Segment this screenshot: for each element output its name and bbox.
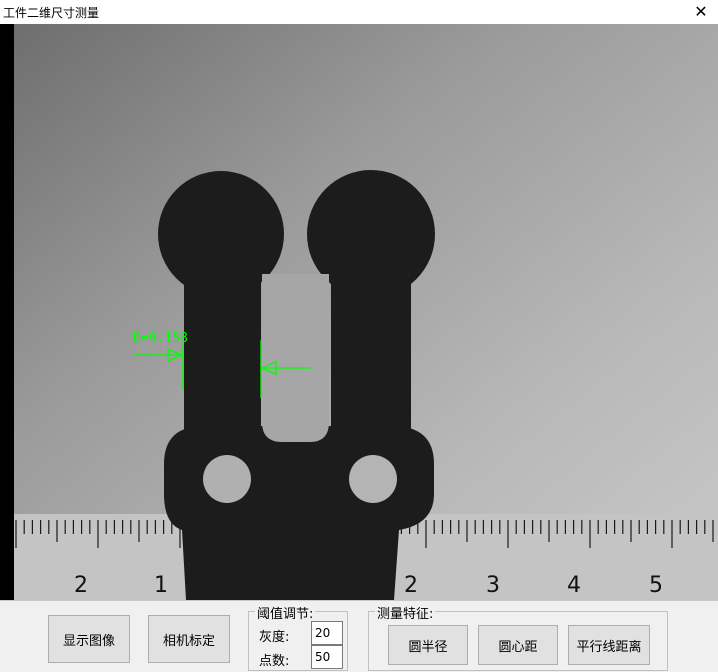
features-group-title: 测量特征: (375, 603, 436, 622)
threshold-group: 阈值调节: 灰度: 点数: (248, 603, 348, 671)
threshold-group-title: 阈值调节: (255, 603, 316, 622)
ruler-number: 5 (649, 573, 663, 598)
control-panel: 显示图像 相机标定 阈值调节: 灰度: 点数: 测量特征: 圆半径 圆心距 平行… (0, 600, 718, 672)
points-input[interactable] (311, 645, 343, 669)
image-left-border (0, 24, 14, 600)
camera-calibration-button[interactable]: 相机标定 (148, 615, 230, 663)
camera-image-view: 2 1 1 2 3 4 5 (14, 24, 718, 600)
gray-input[interactable] (311, 621, 343, 645)
title-bar: 工件二维尺寸测量 ✕ (0, 0, 718, 24)
gray-label: 灰度: (259, 630, 290, 645)
parallel-line-distance-button[interactable]: 平行线距离 (568, 625, 650, 665)
ruler-number: 4 (567, 573, 581, 598)
show-image-button[interactable]: 显示图像 (48, 615, 130, 663)
ruler-number: 2 (404, 573, 418, 598)
ruler-number: 2 (74, 573, 88, 598)
measurement-label: D=9.158 (133, 331, 188, 346)
circle-radius-button[interactable]: 圆半径 (388, 625, 468, 665)
ruler-number: 1 (154, 573, 168, 598)
window-title: 工件二维尺寸测量 (3, 6, 100, 20)
points-label: 点数: (259, 654, 290, 669)
ruler-number: 3 (486, 573, 500, 598)
close-icon[interactable]: ✕ (684, 0, 718, 24)
circle-center-distance-button[interactable]: 圆心距 (478, 625, 558, 665)
